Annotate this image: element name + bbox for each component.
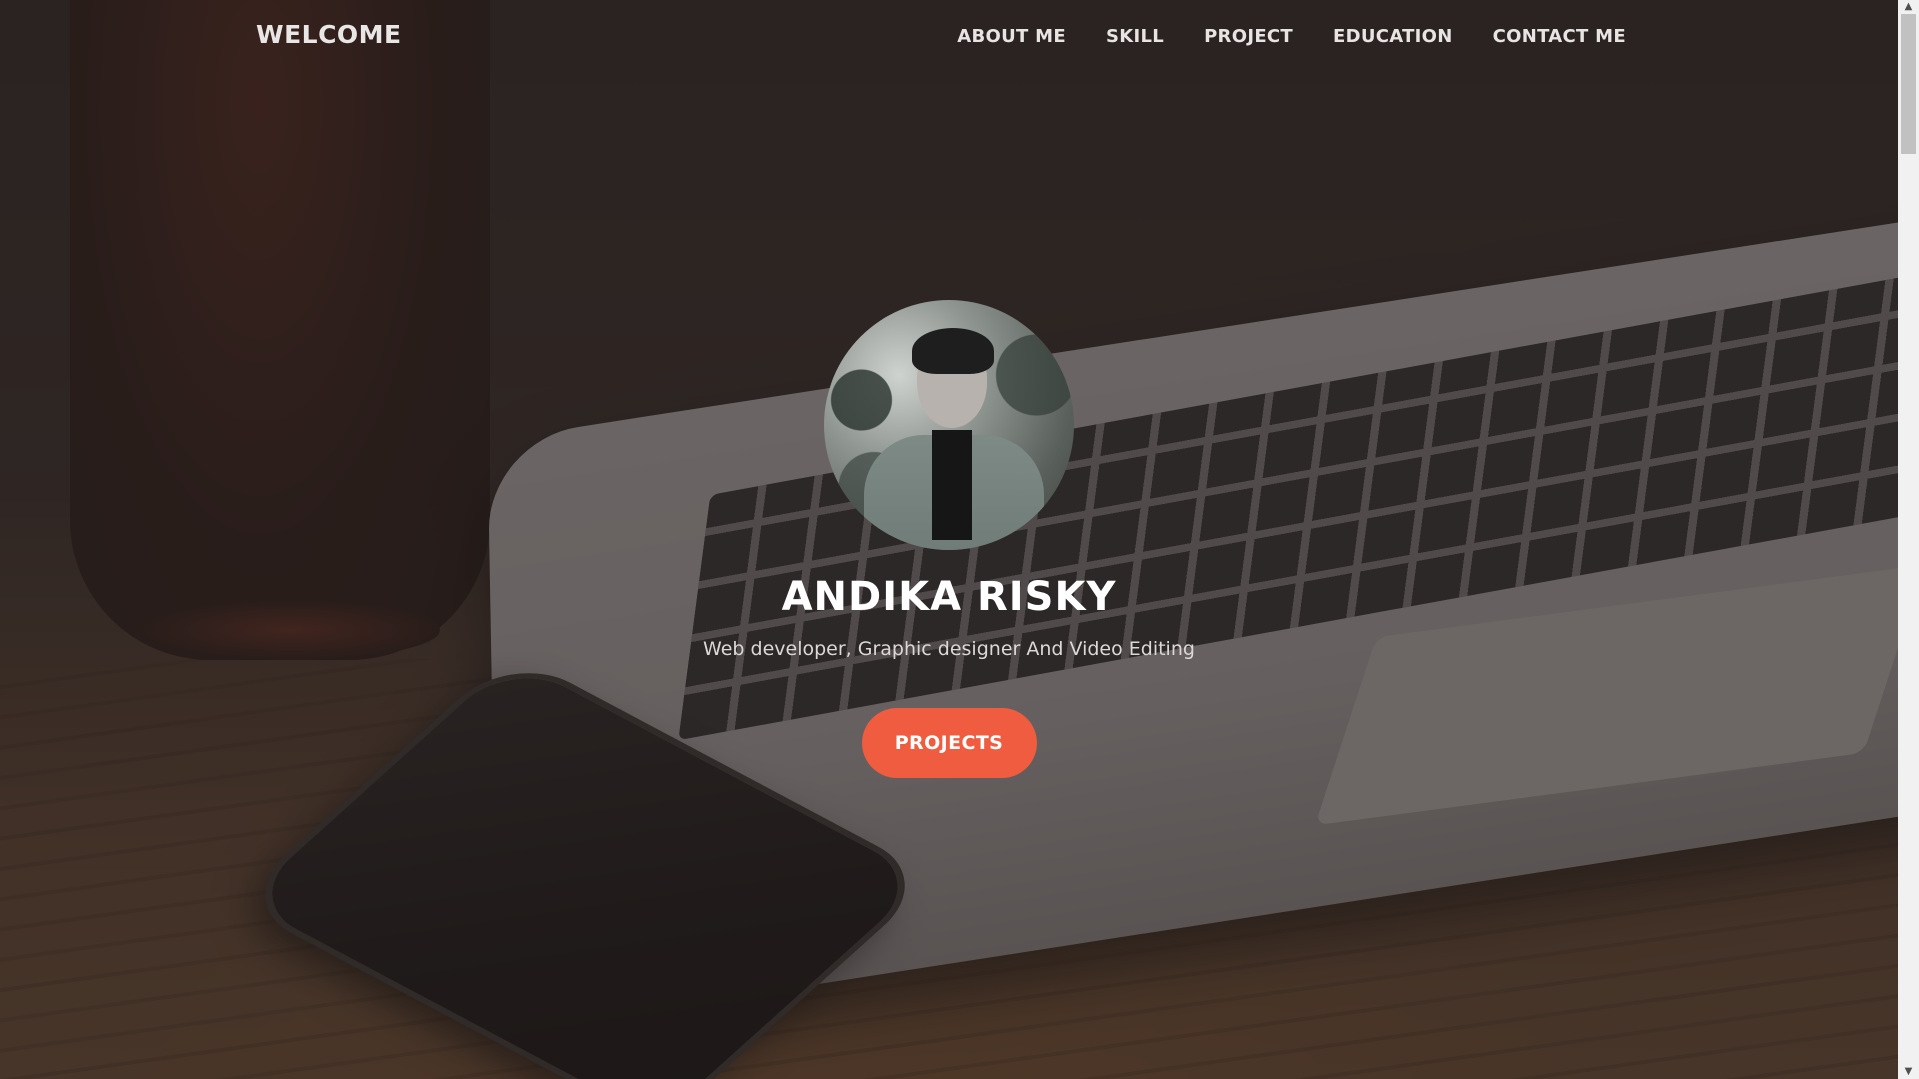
nav-link-project[interactable]: PROJECT <box>1204 26 1293 47</box>
profile-tagline: Web developer, Graphic designer And Vide… <box>703 638 1195 660</box>
nav-item-project: PROJECT <box>1204 26 1293 47</box>
scroll-up-icon[interactable]: ▲ <box>1898 0 1919 14</box>
profile-avatar <box>824 300 1074 550</box>
nav-link-education[interactable]: EDUCATION <box>1333 26 1453 47</box>
nav-item-skill: SKILL <box>1106 26 1164 47</box>
nav-menu: ABOUT ME SKILL PROJECT EDUCATION CONTACT… <box>957 26 1626 47</box>
nav-link-skill[interactable]: SKILL <box>1106 26 1164 47</box>
avatar-hair <box>912 328 994 374</box>
vertical-scrollbar[interactable]: ▲ ▼ <box>1898 0 1919 1079</box>
nav-link-contact-me[interactable]: CONTACT ME <box>1493 26 1626 47</box>
nav-item-education: EDUCATION <box>1333 26 1453 47</box>
nav-link-about-me[interactable]: ABOUT ME <box>957 26 1066 47</box>
scroll-thumb[interactable] <box>1901 14 1916 154</box>
profile-name: ANDIKA RISKY <box>781 574 1117 620</box>
top-navbar: WELCOME ABOUT ME SKILL PROJECT EDUCATION… <box>0 0 1898 75</box>
scroll-down-icon[interactable]: ▼ <box>1898 1065 1919 1079</box>
nav-item-about: ABOUT ME <box>957 26 1066 47</box>
projects-button[interactable]: PROJECTS <box>861 708 1037 778</box>
nav-item-contact: CONTACT ME <box>1493 26 1626 47</box>
page: WELCOME ABOUT ME SKILL PROJECT EDUCATION… <box>0 0 1898 1079</box>
avatar-collar <box>932 430 972 540</box>
hero-section: ANDIKA RISKY Web developer, Graphic desi… <box>0 300 1898 778</box>
brand-link[interactable]: WELCOME <box>256 20 402 49</box>
